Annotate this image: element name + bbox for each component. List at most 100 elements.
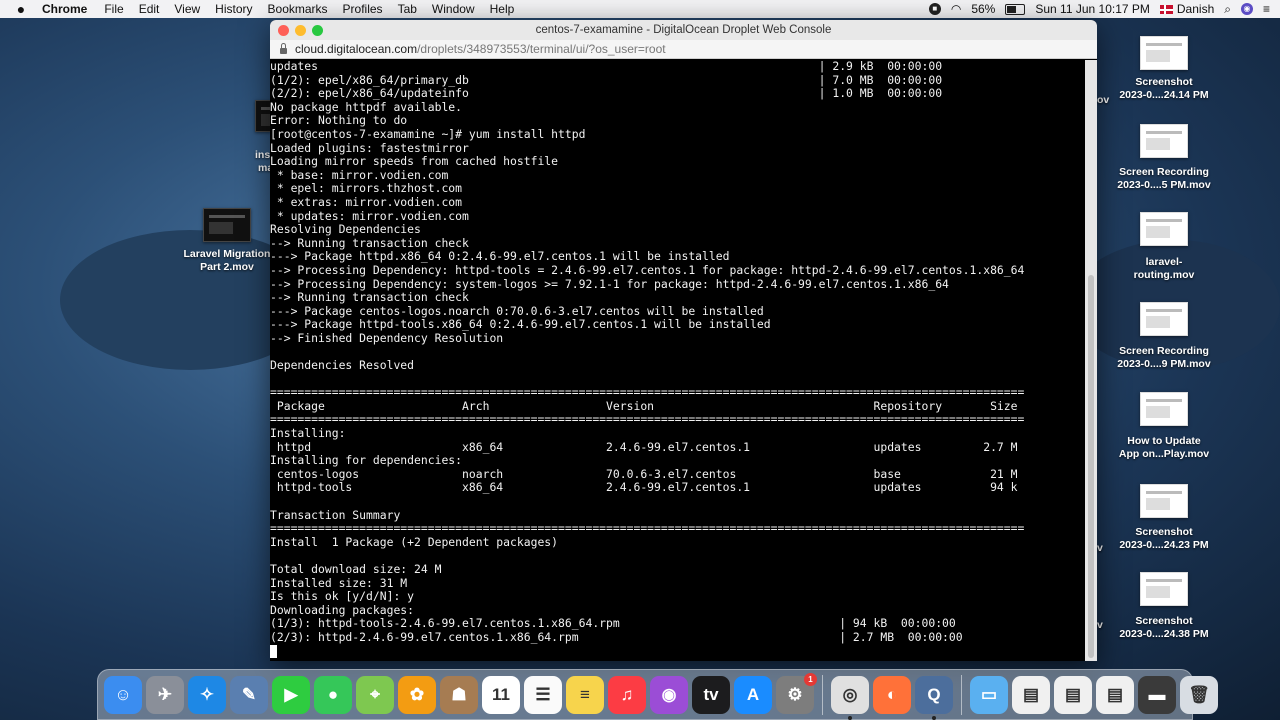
spotlight-search-icon[interactable]: ⌕ xyxy=(1224,2,1231,17)
terminal-line: Install 1 Package (+2 Dependent packages… xyxy=(270,535,559,549)
music-icon[interactable]: ♫ xyxy=(608,675,646,714)
minimize-window-button[interactable] xyxy=(295,25,306,36)
preview-icon[interactable]: ✎ xyxy=(230,675,268,714)
menu-help[interactable]: Help xyxy=(490,2,515,16)
desktop-item-screenshot-1[interactable]: Screenshot 2023-0....24.14 PM xyxy=(1114,36,1214,102)
fullscreen-window-button[interactable] xyxy=(312,25,323,36)
apple-menu-icon[interactable]: ● xyxy=(10,1,32,17)
recent-file-icon-2[interactable]: ▤ xyxy=(1054,675,1092,714)
terminal-console[interactable]: updates | 2.9 kB 00:00:00 (1/2): epel/x86… xyxy=(270,60,1085,661)
firefox-icon[interactable]: ◐ xyxy=(873,675,911,714)
terminal-line: * updates: mirror.vodien.com xyxy=(270,209,469,223)
safari-icon[interactable]: ✧ xyxy=(188,675,226,714)
folder-icon[interactable]: ▭ xyxy=(970,675,1008,714)
finder-icon[interactable]: ☺ xyxy=(104,675,142,714)
podcasts-icon[interactable]: ◉ xyxy=(650,675,688,714)
close-window-button[interactable] xyxy=(278,25,289,36)
reminders-glyph: ☰ xyxy=(535,684,551,704)
terminal-line: Loading mirror speeds from cached hostfi… xyxy=(270,155,559,169)
desktop-item-screen-recording-1[interactable]: Screen Recording 2023-0....5 PM.mov xyxy=(1114,124,1214,192)
desktop-item-label: Screen Recording xyxy=(1119,166,1209,178)
chrome-icon[interactable]: ◎ xyxy=(831,675,869,720)
menu-edit[interactable]: Edit xyxy=(139,2,160,16)
terminal-scrollbar[interactable] xyxy=(1085,60,1097,661)
menu-history[interactable]: History xyxy=(215,2,252,16)
terminal-line: Installing for dependencies: xyxy=(270,454,463,468)
battery-icon[interactable] xyxy=(1005,3,1026,15)
desktop-item-sublabel: 2023-0....5 PM.mov xyxy=(1117,179,1211,191)
notes-icon[interactable]: ≡ xyxy=(566,675,604,714)
contacts-icon[interactable]: ☗ xyxy=(440,675,478,714)
recent-file-icon-3[interactable]: ▤ xyxy=(1096,675,1134,714)
maps-icon[interactable]: ⌖ xyxy=(356,675,394,714)
menu-bookmarks[interactable]: Bookmarks xyxy=(268,2,328,16)
terminal-line: ========================================… xyxy=(270,386,1025,400)
menu-view[interactable]: View xyxy=(174,2,200,16)
scrollbar-thumb[interactable] xyxy=(1088,275,1094,658)
window-title: centos-7-examamine - DigitalOcean Drople… xyxy=(535,24,832,36)
terminal-line: ---> Package httpd.x86_64 0:2.4.6-99.el7… xyxy=(270,250,730,264)
system-preferences-icon[interactable]: ⚙ 1 xyxy=(776,672,817,714)
desktop-item-label: Screenshot xyxy=(1135,615,1193,627)
terminal-line: --> Finished Dependency Resolution xyxy=(270,331,504,345)
recent-file-icon-1[interactable]: ▤ xyxy=(1012,675,1050,714)
desktop-item-screenshot-2[interactable]: Screenshot 2023-0....24.23 PM xyxy=(1114,484,1214,552)
tv-icon[interactable]: tv xyxy=(692,675,730,714)
recent-file-icon-4[interactable]: ▬ xyxy=(1138,675,1176,714)
folder-glyph: ▭ xyxy=(980,684,998,704)
terminal-line: [root@centos-7-examamine ~]# yum install… xyxy=(270,127,586,141)
desktop-item-sublabel: App on...Play.mov xyxy=(1118,448,1210,460)
terminal-line: ========================================… xyxy=(270,522,1025,536)
contacts-glyph: ☗ xyxy=(451,684,467,704)
reminders-icon[interactable]: ☰ xyxy=(524,675,562,714)
music-glyph: ♫ xyxy=(620,684,634,704)
terminal-line: (1/2): epel/x86_64/primary_db | 7.0 MB 0… xyxy=(270,73,943,87)
desktop-item-screenshot-3[interactable]: Screenshot 2023-0....24.38 PM xyxy=(1114,572,1214,641)
desktop-partial-right-3: v xyxy=(1097,619,1103,631)
terminal-line: * extras: mirror.vodien.com xyxy=(270,195,463,209)
desktop-item-label: How to Update xyxy=(1127,435,1201,447)
lock-icon[interactable] xyxy=(280,42,287,54)
url-path: /droplets/348973553/terminal/ui/?os_user… xyxy=(417,42,666,56)
menu-profiles[interactable]: Profiles xyxy=(343,2,383,16)
terminal-line: * base: mirror.vodien.com xyxy=(270,168,449,182)
address-bar[interactable]: cloud.digitalocean.com/droplets/34897355… xyxy=(270,40,1097,59)
quicktime-icon[interactable]: Q xyxy=(915,675,953,720)
terminal-line: No package httpdf available. xyxy=(270,100,463,114)
terminal-line: Error: Nothing to do xyxy=(270,114,408,128)
recent-file-1-glyph: ▤ xyxy=(1022,684,1040,704)
terminal-line: centos-logos noarch 70.0.6-3.el7.centos … xyxy=(270,467,1018,481)
desktop-partial-right-2: v xyxy=(1097,542,1103,554)
menu-window[interactable]: Window xyxy=(432,2,475,16)
desktop-item-laravel-routing[interactable]: laravel- routing.mov xyxy=(1114,212,1214,282)
calendar-icon[interactable]: 11 xyxy=(482,675,520,714)
control-center-icon[interactable]: ≡ xyxy=(1263,2,1270,16)
screenshot-thumbnail xyxy=(1140,484,1188,518)
messages-icon[interactable]: ● xyxy=(314,675,352,714)
input-source[interactable]: Danish xyxy=(1159,2,1214,16)
desktop-item-screen-recording-2[interactable]: Screen Recording 2023-0....9 PM.mov xyxy=(1114,302,1214,371)
menu-file[interactable]: File xyxy=(104,2,123,16)
trash-icon[interactable]: 🗑 xyxy=(1180,675,1218,714)
terminal-cursor xyxy=(270,644,277,658)
terminal-output: updates | 2.9 kB 00:00:00 (1/2): epel/x86… xyxy=(270,60,1085,658)
app-menu-chrome[interactable]: Chrome xyxy=(42,2,87,16)
photos-icon[interactable]: ✿ xyxy=(398,675,436,714)
siri-icon[interactable]: ◉ xyxy=(1240,3,1253,15)
terminal-line: updates | 2.9 kB 00:00:00 xyxy=(270,60,943,73)
app-store-icon[interactable]: A xyxy=(734,675,772,714)
launchpad-icon[interactable]: ✈ xyxy=(146,675,184,714)
terminal-line: Dependencies Resolved xyxy=(270,359,415,373)
desktop-item-sublabel: routing.mov xyxy=(1133,269,1195,281)
battery-percent: 56% xyxy=(971,2,996,16)
menu-tab[interactable]: Tab xyxy=(398,2,417,16)
screen-record-icon[interactable]: ■ xyxy=(928,3,941,15)
terminal-line: Transaction Summary xyxy=(270,508,401,522)
clock[interactable]: Sun 11 Jun 10:17 PM xyxy=(1035,2,1150,16)
desktop-item-how-to-update[interactable]: How to Update App on...Play.mov xyxy=(1114,392,1214,461)
facetime-icon[interactable]: ▶ xyxy=(272,675,310,714)
desktop-item-laravel-migration[interactable]: Laravel Migration Part 2.mov xyxy=(177,208,277,274)
trash-glyph: 🗑 xyxy=(1188,684,1210,704)
wifi-icon[interactable]: ◠ xyxy=(951,2,961,16)
window-titlebar[interactable]: centos-7-examamine - DigitalOcean Drople… xyxy=(270,20,1097,40)
